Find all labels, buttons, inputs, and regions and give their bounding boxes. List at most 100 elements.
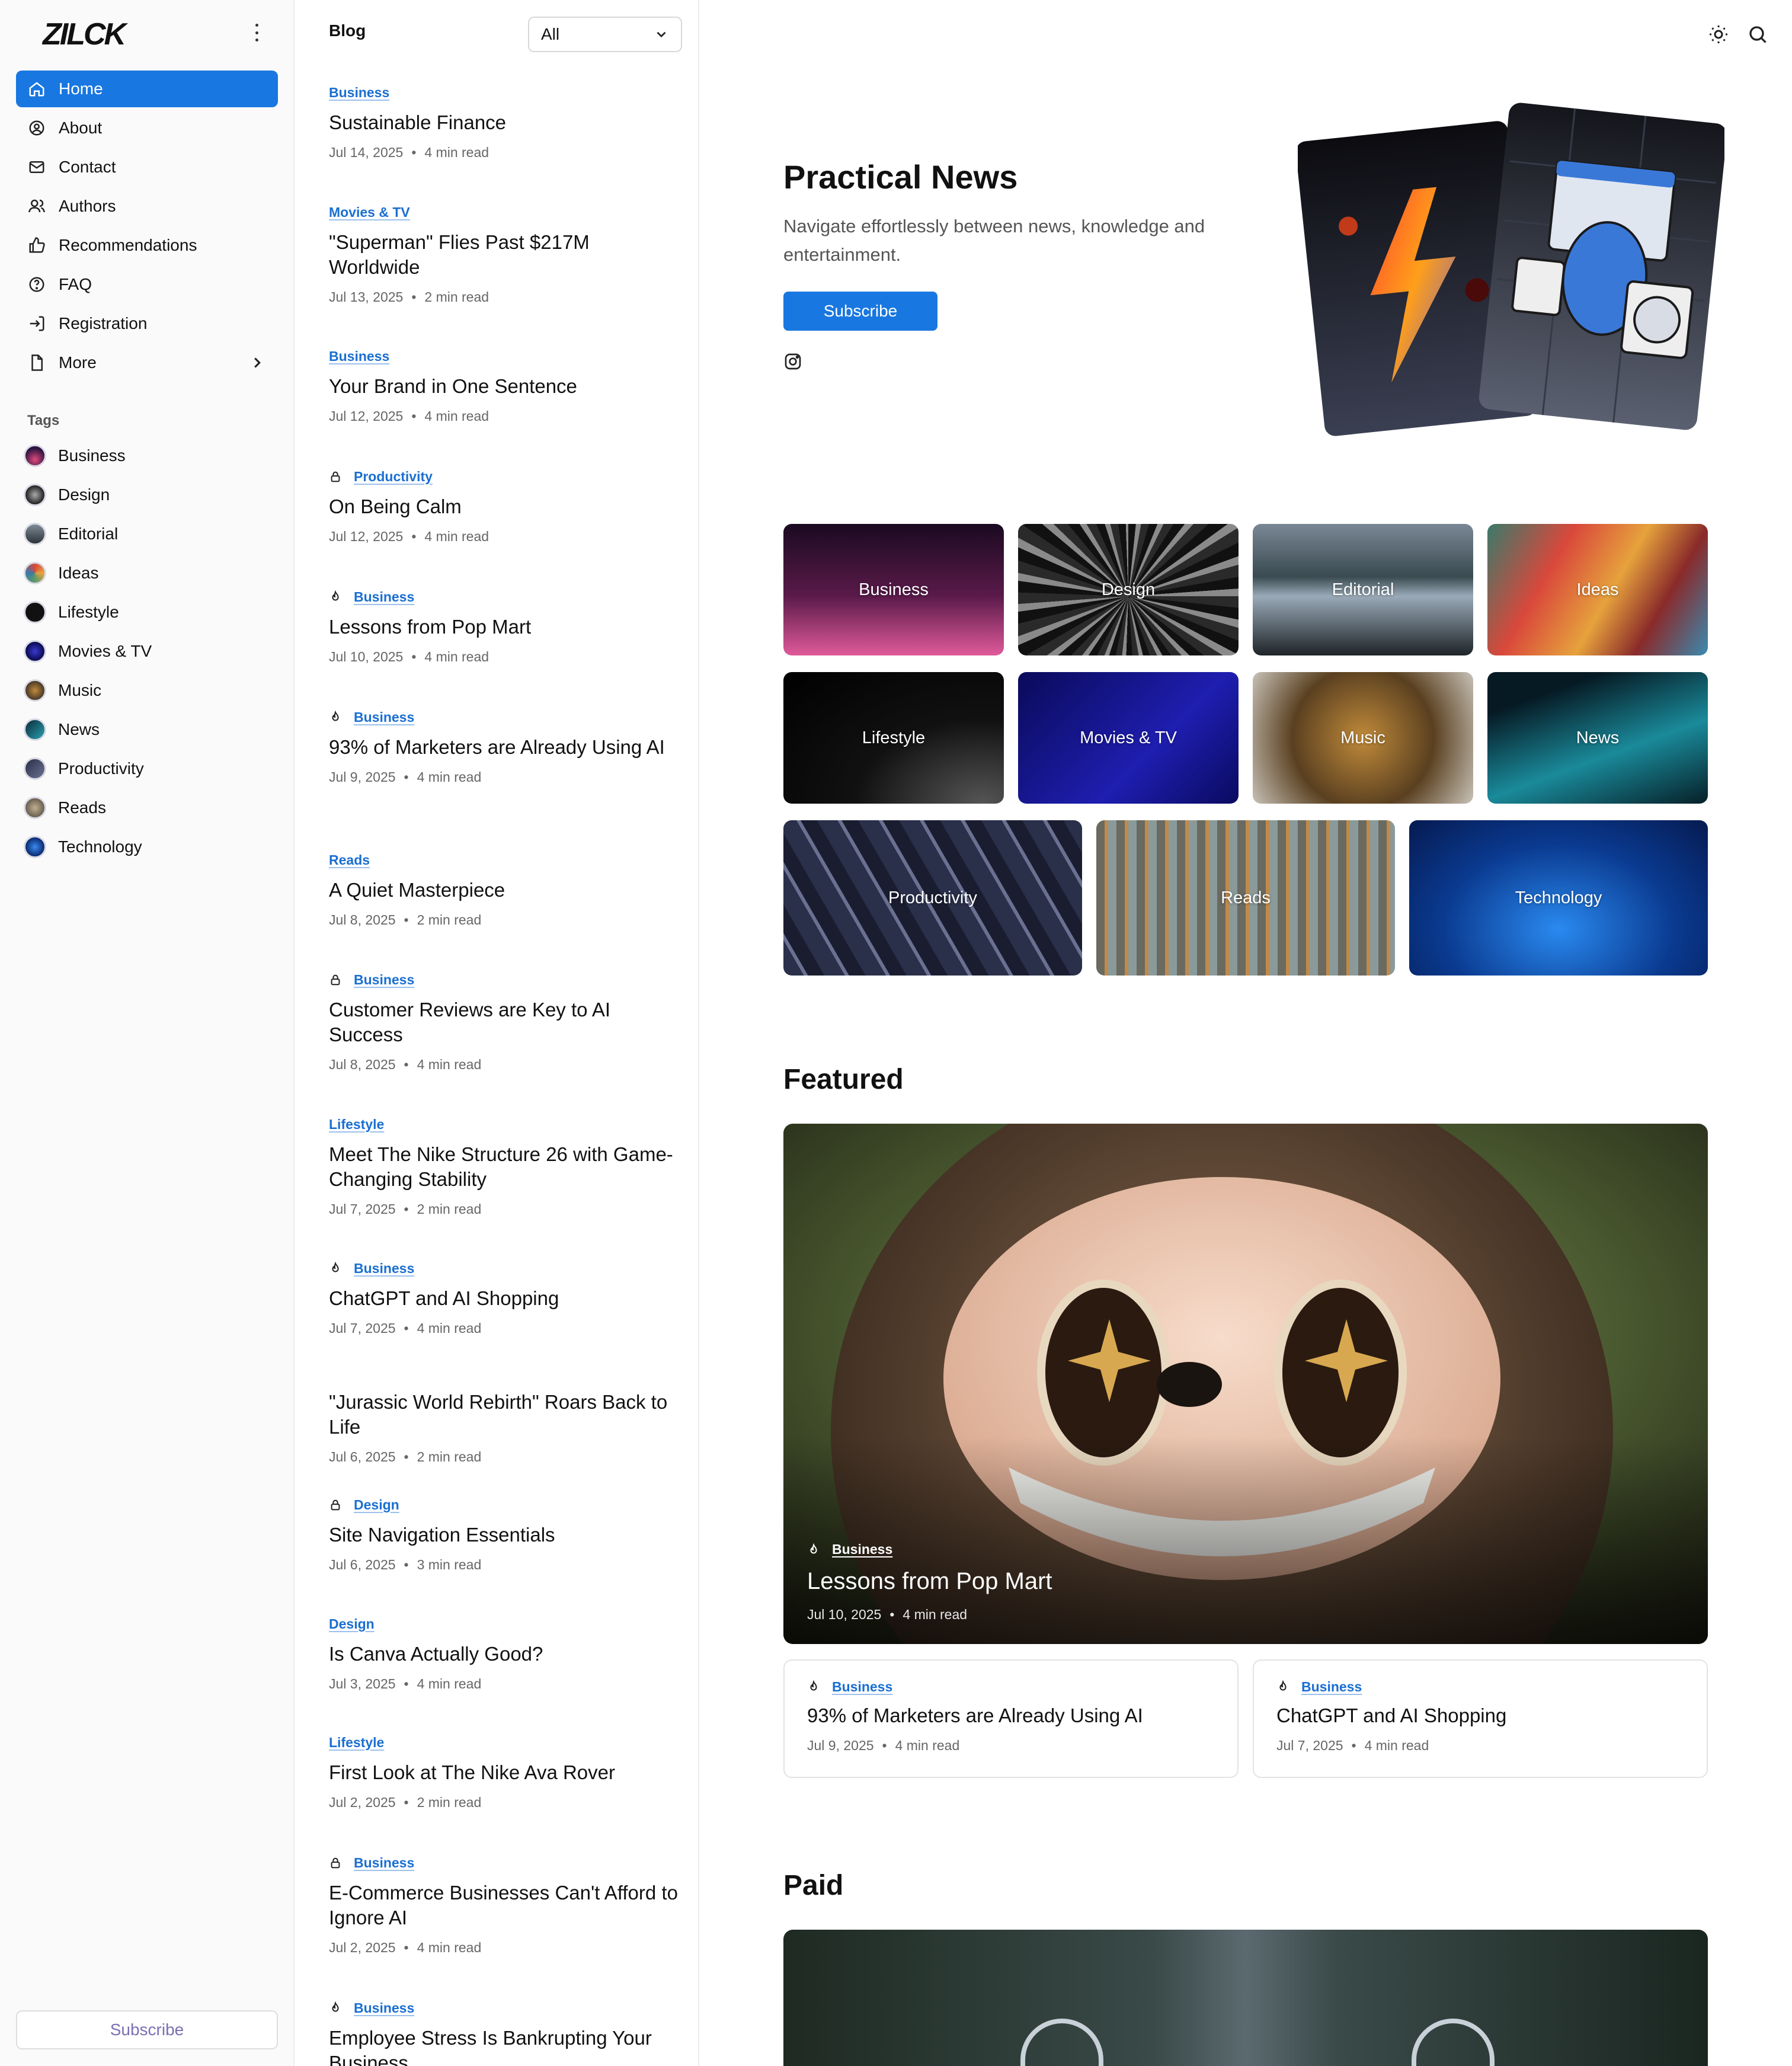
nav-registration[interactable]: Registration bbox=[16, 305, 278, 342]
post-category[interactable]: Business bbox=[329, 589, 679, 605]
tag-editorial[interactable]: Editorial bbox=[24, 514, 152, 554]
nav-about[interactable]: About bbox=[16, 110, 278, 146]
tag-ideas[interactable]: Ideas bbox=[24, 554, 152, 593]
post-title[interactable]: A Quiet Masterpiece bbox=[329, 878, 679, 903]
blog-post[interactable]: Business ChatGPT and AI Shopping Jul 7, 20… bbox=[329, 1260, 679, 1336]
tag-lifestyle[interactable]: Lifestyle bbox=[24, 593, 152, 632]
nav-recommendations[interactable]: Recommendations bbox=[16, 227, 278, 264]
blog-post[interactable]: Business Employee Stress Is Bankrupting Y… bbox=[329, 2000, 679, 2066]
tag-reads[interactable]: Reads bbox=[24, 788, 152, 827]
tile-reads[interactable]: Reads bbox=[1096, 820, 1395, 976]
post-title[interactable]: On Being Calm bbox=[329, 494, 679, 519]
post-category[interactable]: Productivity bbox=[329, 468, 679, 485]
featured-card[interactable]: Business 93% of Marketers are Already Us… bbox=[783, 1659, 1239, 1778]
post-meta: Jul 2, 2025 • 2 min read bbox=[329, 1795, 679, 1811]
post-category[interactable]: Business bbox=[329, 84, 679, 101]
post-title[interactable]: Employee Stress Is Bankrupting Your Busi… bbox=[329, 2026, 679, 2066]
post-category[interactable]: Business bbox=[807, 1541, 1052, 1558]
featured-card[interactable]: Business ChatGPT and AI Shopping Jul 7, … bbox=[1253, 1659, 1708, 1778]
blog-post[interactable]: Business Lessons from Pop Mart Jul 10, 202… bbox=[329, 589, 679, 665]
arch-window bbox=[1020, 2019, 1103, 2066]
post-category[interactable]: Business bbox=[329, 348, 679, 364]
tile-ideas[interactable]: Ideas bbox=[1487, 524, 1708, 655]
category-filter-select[interactable]: All bbox=[528, 17, 682, 52]
blog-post[interactable]: Reads A Quiet Masterpiece Jul 8, 2025 • 2 mi… bbox=[329, 852, 679, 928]
post-title[interactable]: 93% of Marketers are Already Using AI bbox=[329, 735, 679, 760]
tile-lifestyle[interactable]: Lifestyle bbox=[783, 672, 1004, 804]
post-title[interactable]: "Superman" Flies Past $217M Worldwide bbox=[329, 230, 679, 280]
hero-subscribe-button[interactable]: Subscribe bbox=[783, 292, 937, 331]
tile-editorial[interactable]: Editorial bbox=[1253, 524, 1473, 655]
blog-post[interactable]: Business Your Brand in One Sentence Jul 12… bbox=[329, 348, 679, 424]
tile-music[interactable]: Music bbox=[1253, 672, 1473, 804]
post-title[interactable]: Lessons from Pop Mart bbox=[329, 615, 679, 639]
post-title[interactable]: Sustainable Finance bbox=[329, 110, 679, 135]
post-category[interactable]: Business bbox=[329, 2000, 679, 2016]
featured-title[interactable]: Lessons from Pop Mart bbox=[807, 1568, 1052, 1595]
post-title[interactable]: 93% of Marketers are Already Using AI bbox=[807, 1703, 1215, 1728]
sidebar-subscribe-button[interactable]: Subscribe bbox=[16, 2010, 278, 2049]
blog-post[interactable]: Lifestyle Meet The Nike Structure 26 with… bbox=[329, 1116, 679, 1217]
paid-post-image[interactable] bbox=[783, 1930, 1708, 2066]
tile-productivity[interactable]: Productivity bbox=[783, 820, 1082, 976]
search-icon[interactable] bbox=[1747, 24, 1768, 45]
post-title[interactable]: "Jurassic World Rebirth" Roars Back to L… bbox=[329, 1390, 679, 1440]
nav-faq[interactable]: FAQ bbox=[16, 266, 278, 303]
post-category[interactable]: Movies & TV bbox=[329, 204, 679, 220]
tag-technology[interactable]: Technology bbox=[24, 827, 152, 866]
site-logo[interactable]: ZILCK bbox=[43, 17, 126, 52]
post-title[interactable]: Site Navigation Essentials bbox=[329, 1523, 679, 1547]
blog-post[interactable]: Productivity On Being Calm Jul 12, 2025 • 4 … bbox=[329, 468, 679, 545]
post-title[interactable]: Meet The Nike Structure 26 with Game-Cha… bbox=[329, 1142, 679, 1192]
post-category[interactable]: Lifestyle bbox=[329, 1116, 679, 1133]
post-category[interactable]: Lifestyle bbox=[329, 1734, 679, 1751]
tile-news[interactable]: News bbox=[1487, 672, 1708, 804]
tile-business[interactable]: Business bbox=[783, 524, 1004, 655]
sun-icon[interactable] bbox=[1708, 24, 1729, 45]
post-read-time: 4 min read bbox=[424, 649, 489, 664]
blog-post[interactable]: Business Customer Reviews are Key to AI S… bbox=[329, 971, 679, 1073]
blog-post[interactable]: Design Is Canva Actually Good? Jul 3, 2025… bbox=[329, 1616, 679, 1692]
post-category[interactable]: Business bbox=[329, 1854, 679, 1871]
post-title[interactable]: ChatGPT and AI Shopping bbox=[1276, 1703, 1684, 1728]
blog-post[interactable]: Movies & TV "Superman" Flies Past $217M W… bbox=[329, 204, 679, 305]
tag-movies-tv[interactable]: Movies & TV bbox=[24, 632, 152, 671]
blog-post[interactable]: Business E-Commerce Businesses Can't Affo… bbox=[329, 1854, 679, 1956]
tag-music[interactable]: Music bbox=[24, 671, 152, 710]
blog-post[interactable]: "Jurassic World Rebirth" Roars Back to L… bbox=[329, 1380, 679, 1465]
blog-post[interactable]: Design Site Navigation Essentials Jul 6, 2… bbox=[329, 1496, 679, 1573]
tag-productivity[interactable]: Productivity bbox=[24, 749, 152, 788]
blog-post[interactable]: Business 93% of Marketers are Already Usi… bbox=[329, 709, 679, 785]
post-title[interactable]: Is Canva Actually Good? bbox=[329, 1642, 679, 1667]
post-title[interactable]: E-Commerce Businesses Can't Afford to Ig… bbox=[329, 1880, 679, 1930]
post-category[interactable]: Business bbox=[329, 1260, 679, 1277]
post-category[interactable]: Business bbox=[329, 971, 679, 988]
post-title[interactable]: Your Brand in One Sentence bbox=[329, 374, 679, 399]
featured-post[interactable]: Business Lessons from Pop Mart Jul 10, 2… bbox=[783, 1124, 1708, 1644]
post-date: Jul 10, 2025 bbox=[807, 1607, 882, 1622]
post-category[interactable]: Business bbox=[329, 709, 679, 725]
post-title[interactable]: First Look at The Nike Ava Rover bbox=[329, 1760, 679, 1785]
nav-home[interactable]: Home bbox=[16, 71, 278, 107]
post-title[interactable]: ChatGPT and AI Shopping bbox=[329, 1286, 679, 1311]
post-category[interactable]: Design bbox=[329, 1496, 679, 1513]
category-label: Business bbox=[354, 2000, 415, 2016]
tag-design[interactable]: Design bbox=[24, 475, 152, 514]
post-title[interactable]: Customer Reviews are Key to AI Success bbox=[329, 997, 679, 1047]
tile-technology[interactable]: Technology bbox=[1409, 820, 1708, 976]
nav-contact[interactable]: Contact bbox=[16, 149, 278, 186]
post-category[interactable]: Business bbox=[807, 1678, 1215, 1695]
tile-movies-tv[interactable]: Movies & TV bbox=[1018, 672, 1239, 804]
tag-business[interactable]: Business bbox=[24, 436, 152, 475]
instagram-icon[interactable] bbox=[783, 352, 802, 371]
blog-post[interactable]: Business Sustainable Finance Jul 14, 2025 •… bbox=[329, 84, 679, 161]
nav-authors[interactable]: Authors bbox=[16, 188, 278, 225]
post-category[interactable]: Business bbox=[1276, 1678, 1684, 1695]
post-category[interactable]: Reads bbox=[329, 852, 679, 868]
tile-design[interactable]: Design bbox=[1018, 524, 1239, 655]
tag-news[interactable]: News bbox=[24, 710, 152, 749]
more-options-icon[interactable] bbox=[254, 24, 260, 41]
blog-post[interactable]: Lifestyle First Look at The Nike Ava Rove… bbox=[329, 1734, 679, 1811]
nav-more[interactable]: More bbox=[16, 344, 278, 381]
post-category[interactable]: Design bbox=[329, 1616, 679, 1632]
